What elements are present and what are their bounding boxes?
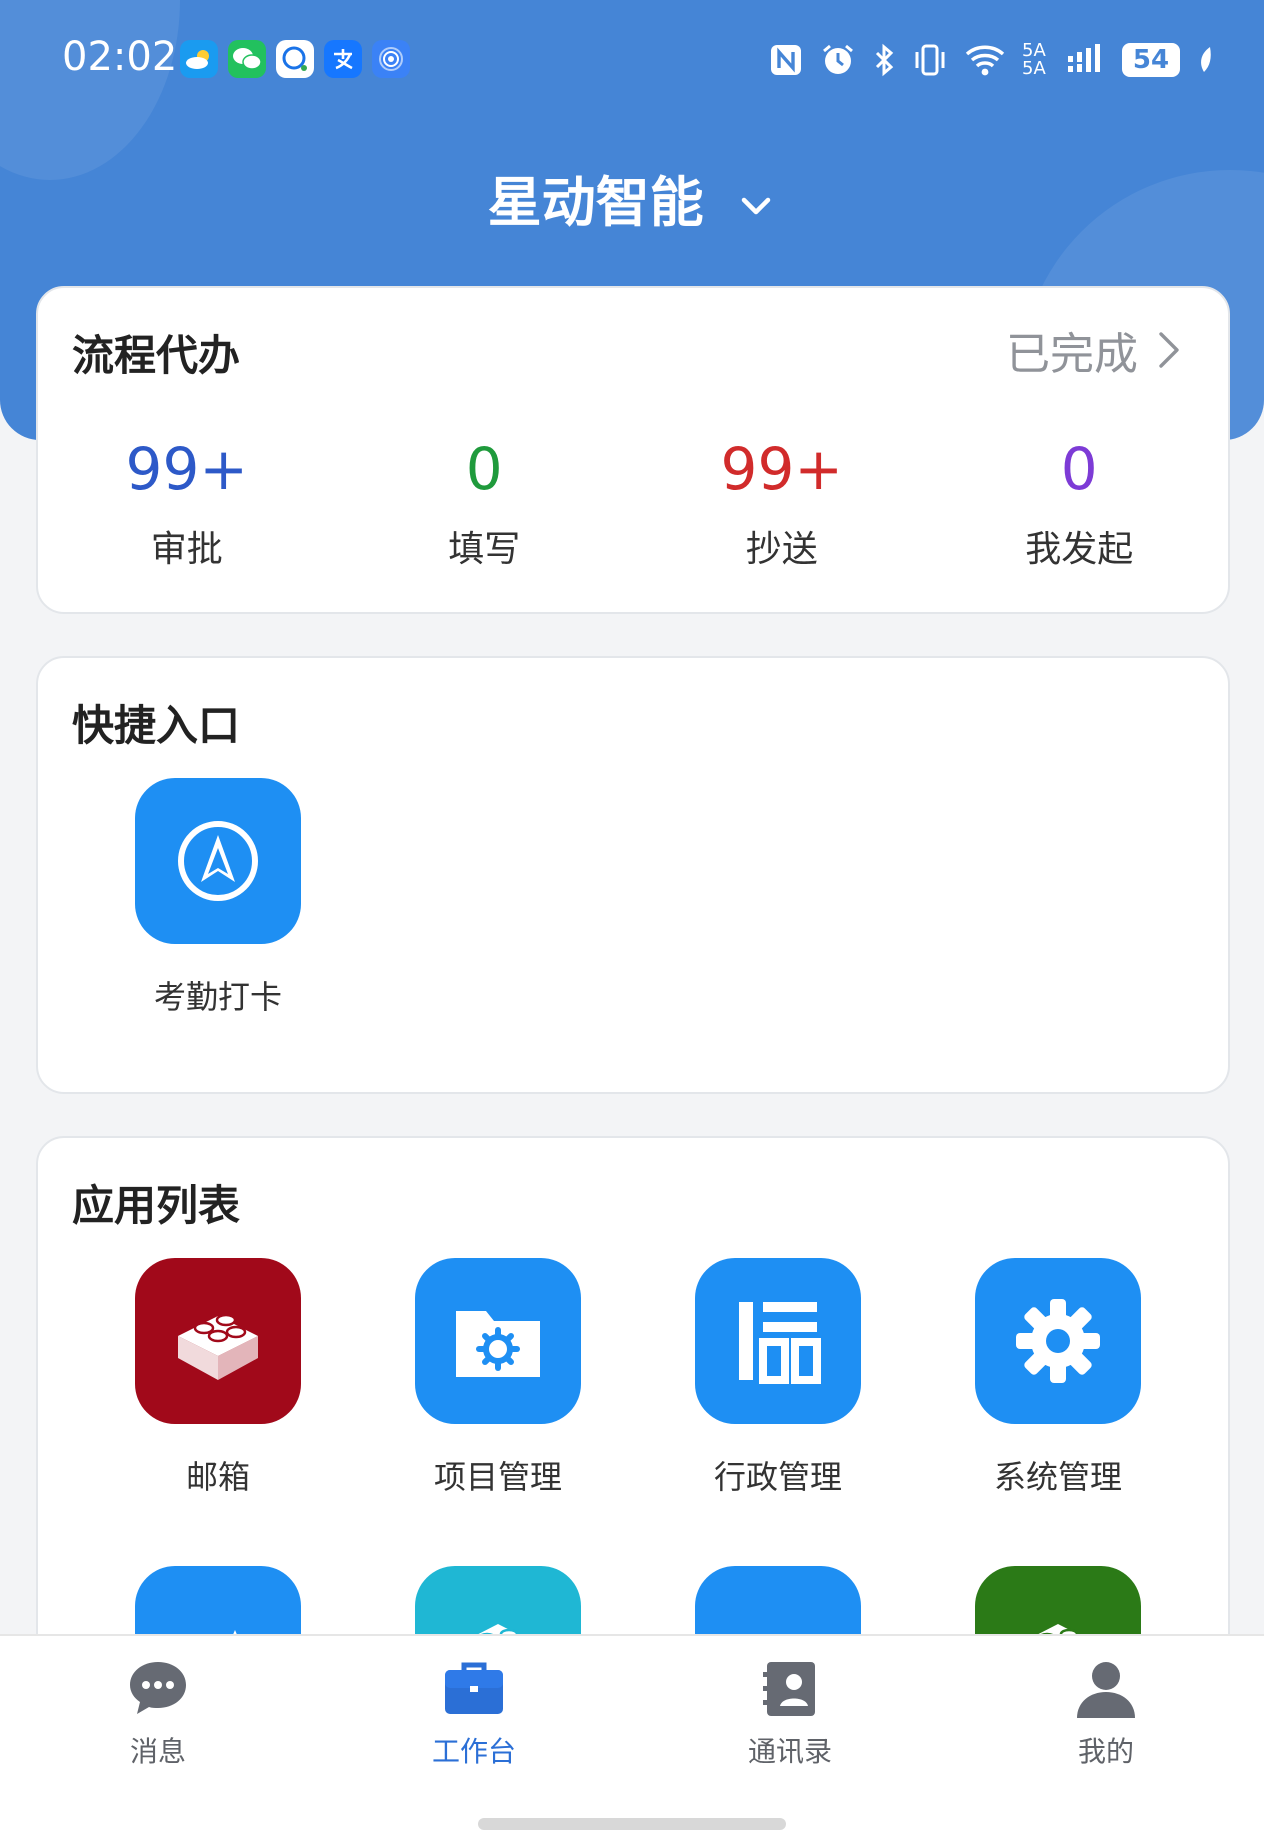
bluetooth-icon (875, 43, 894, 77)
weather-icon (180, 40, 218, 78)
tab-contacts[interactable]: 通讯录 (690, 1656, 890, 1770)
app-icon-bg (135, 1258, 301, 1424)
status-time: 02:02 (62, 34, 178, 80)
wifi-icon (965, 45, 1005, 76)
tab-messages[interactable]: 消息 (58, 1656, 258, 1770)
app-label: 邮箱 (185, 1458, 250, 1496)
org-name: 星动智能 (487, 171, 704, 234)
signal-bars-icon (1068, 44, 1100, 72)
app-icon-bg (695, 1258, 861, 1424)
todo-title: 流程代办 (72, 331, 241, 380)
contacts-icon (763, 1662, 815, 1716)
app-icon-bg (975, 1258, 1141, 1424)
stat-initiated[interactable]: 0 我发起 (931, 434, 1229, 572)
home-indicator[interactable] (478, 1818, 786, 1830)
todo-card: 流程代办 已完成 99+ 审批 0 填写 99+ 抄送 0 我发起 (36, 286, 1230, 614)
completed-label: 已完成 (1006, 329, 1138, 380)
tab-label: 我的 (1077, 1735, 1134, 1768)
chevron-right-icon (1159, 332, 1179, 368)
briefcase-icon (445, 1662, 503, 1714)
completed-link[interactable]: 已完成 (1006, 318, 1182, 382)
app-icon-bg (415, 1258, 581, 1424)
notification-icons (180, 40, 410, 78)
status-bar: 02:02 5A 5A 54 (0, 0, 1264, 118)
navigation-icon (178, 821, 258, 901)
broadcast-icon (372, 40, 410, 78)
stat-value: 99+ (720, 435, 843, 503)
app-project[interactable]: 项目管理 (388, 1258, 608, 1498)
blocks-icon (178, 1313, 258, 1380)
app-system[interactable]: 系统管理 (948, 1258, 1168, 1498)
chat-app-icon (276, 40, 314, 78)
todo-stats: 99+ 审批 0 填写 99+ 抄送 0 我发起 (38, 434, 1228, 572)
columns-icon (739, 1302, 821, 1384)
stat-fill[interactable]: 0 填写 (336, 434, 634, 572)
stat-label: 填写 (448, 529, 521, 570)
stat-label: 我发起 (1025, 529, 1134, 570)
system-icons: 5A 5A 54 (768, 40, 1216, 80)
nfc-icon (771, 45, 801, 75)
signal-text: 5A 5A (1022, 40, 1046, 79)
alarm-icon (823, 44, 853, 74)
quick-title: 快捷入口 (72, 701, 241, 750)
tab-workbench[interactable]: 工作台 (374, 1656, 574, 1770)
vibrate-icon (915, 44, 945, 76)
quick-icon-bg (135, 778, 301, 944)
quick-entry-card: 快捷入口 考勤打卡 (36, 656, 1230, 1094)
stat-value: 0 (1060, 435, 1098, 503)
person-icon (1077, 1662, 1135, 1718)
tab-mine[interactable]: 我的 (1006, 1656, 1206, 1770)
stat-value: 0 (465, 435, 503, 503)
chevron-down-icon (742, 198, 771, 215)
stat-cc[interactable]: 99+ 抄送 (633, 434, 931, 572)
chat-bubble-icon (130, 1662, 186, 1714)
stat-approve[interactable]: 99+ 审批 (38, 434, 336, 572)
alipay-icon (324, 40, 362, 78)
battery-indicator: 54 (1122, 43, 1180, 77)
bottom-tab-bar: 消息 工作台 通讯录 我的 (0, 1634, 1264, 1848)
app-label: 系统管理 (993, 1458, 1122, 1496)
quick-item-label: 考勤打卡 (153, 978, 282, 1016)
tab-label: 消息 (129, 1735, 186, 1768)
apps-title: 应用列表 (72, 1181, 241, 1230)
stat-value: 99+ (125, 435, 248, 503)
app-label: 项目管理 (433, 1458, 562, 1496)
leaf-icon (1201, 47, 1211, 72)
folder-gear-icon (456, 1311, 540, 1377)
app-admin[interactable]: 行政管理 (668, 1258, 888, 1498)
org-switcher[interactable]: 星动智能 (0, 158, 1264, 237)
gear-icon (1016, 1299, 1100, 1383)
wechat-icon (228, 40, 266, 78)
tab-label: 通讯录 (747, 1735, 832, 1768)
app-label: 行政管理 (713, 1458, 842, 1496)
stat-label: 抄送 (745, 529, 818, 570)
stat-label: 审批 (150, 529, 223, 570)
quick-item-attendance[interactable]: 考勤打卡 (108, 778, 328, 1018)
app-mail[interactable]: 邮箱 (108, 1258, 328, 1498)
tab-label: 工作台 (431, 1735, 516, 1768)
